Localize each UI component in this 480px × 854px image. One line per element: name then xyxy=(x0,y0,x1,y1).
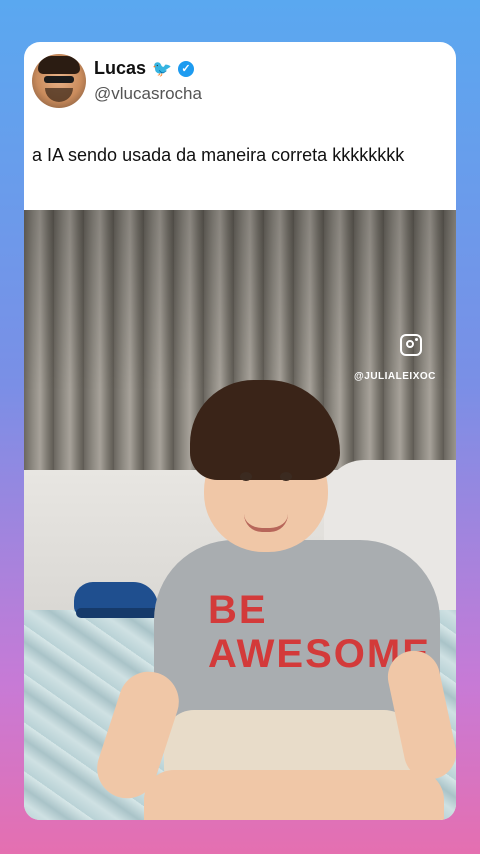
shirt-print: BE AWESOME xyxy=(208,588,431,676)
post-video[interactable]: BE AWESOME @JULIALEIXOC xyxy=(24,210,456,820)
instagram-icon xyxy=(400,334,422,356)
watermark: @JULIALEIXOC xyxy=(354,371,436,382)
avatar-hair xyxy=(38,56,80,74)
verified-badge-icon: ✓ xyxy=(177,60,194,77)
post-card: Lucas 🐦 ✓ @vlucasrocha a IA sendo usada … xyxy=(24,42,456,820)
shoe-sole xyxy=(76,608,160,618)
avatar-beard xyxy=(45,88,73,102)
post-header: Lucas 🐦 ✓ @vlucasrocha a IA sendo usada … xyxy=(24,42,456,210)
bird-icon: 🐦 xyxy=(152,60,172,78)
author-name[interactable]: Lucas xyxy=(94,58,146,79)
author-row: Lucas 🐦 ✓ xyxy=(94,58,194,79)
kid-eye-right xyxy=(280,472,292,481)
avatar-glasses xyxy=(44,76,74,83)
kid-legs xyxy=(144,770,444,820)
kid-eye-left xyxy=(240,472,252,481)
avatar[interactable] xyxy=(32,54,86,108)
author-handle[interactable]: @vlucasrocha xyxy=(94,84,202,104)
post-text: a IA sendo usada da maneira correta kkkk… xyxy=(32,145,405,165)
